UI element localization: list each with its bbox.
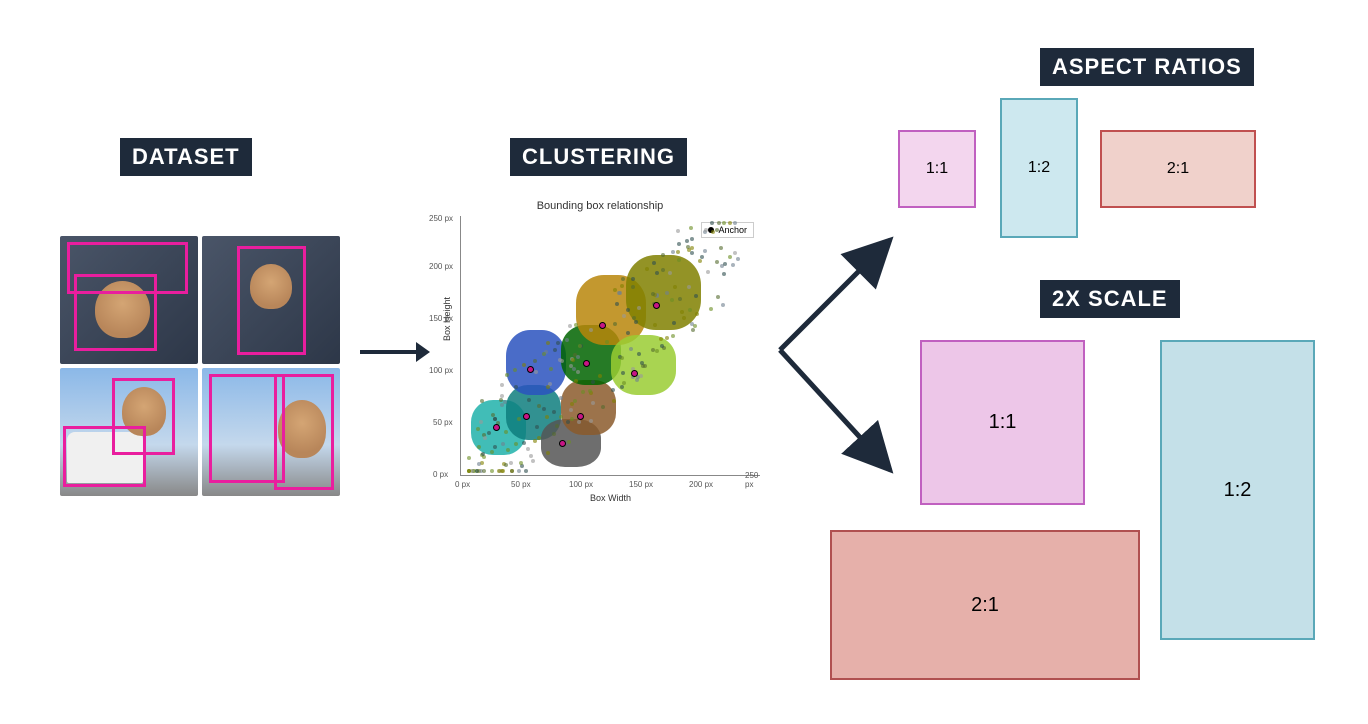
scatter-xlabel: Box Width [590,493,631,503]
xtick: 50 px [511,480,531,489]
ytick: 200 px [429,262,453,271]
clustering-scatter-plot: Bounding box relationship Anchor Box Hei… [440,200,760,500]
aspect-box-1-2: 1:2 [1000,98,1078,238]
xtick: 100 px [569,480,593,489]
ytick: 100 px [429,366,453,375]
arrow-dataset-to-clustering [360,350,420,354]
scale-box-2-1: 2:1 [830,530,1140,680]
heading-aspect-ratios: ASPECT RATIOS [1040,48,1254,86]
aspect-box-2-1: 2:1 [1100,130,1256,208]
dataset-image-4 [202,368,340,496]
xtick: 250 px [745,471,760,489]
xtick: 0 px [455,480,470,489]
xtick: 200 px [689,480,713,489]
scale-box-1-2: 1:2 [1160,340,1315,640]
aspect-box-1-1: 1:1 [898,130,976,208]
scatter-plot-area: Anchor Box Height Box Width 0 px 50 px 1… [460,216,760,476]
heading-clustering: CLUSTERING [510,138,687,176]
dataset-image-2 [202,236,340,364]
heading-2x-scale: 2X SCALE [1040,280,1180,318]
dataset-image-1 [60,236,198,364]
ytick: 50 px [433,418,453,427]
dataset-image-3 [60,368,198,496]
ytick: 0 px [433,470,448,479]
arrow-split [770,200,910,500]
ytick: 250 px [429,214,453,223]
scatter-title: Bounding box relationship [440,200,760,212]
dataset-thumbnail-grid [60,236,340,496]
xtick: 150 px [629,480,653,489]
heading-dataset: DATASET [120,138,252,176]
scale-box-1-1: 1:1 [920,340,1085,505]
ytick: 150 px [429,314,453,323]
